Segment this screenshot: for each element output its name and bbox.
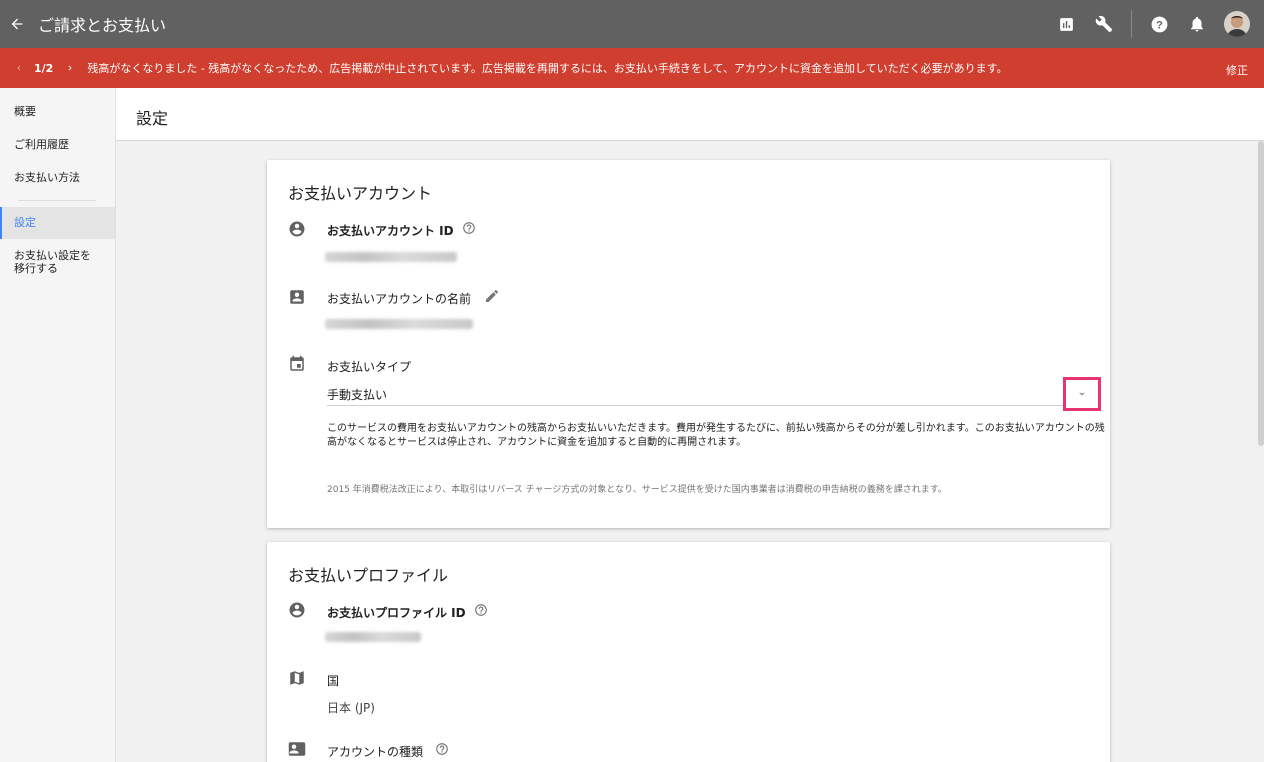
payment-account-card: お支払いアカウント お支払いアカウント ID お支払いアカウントの名前 お支払い… bbox=[267, 160, 1110, 528]
help-outline-icon[interactable] bbox=[462, 221, 476, 235]
notifications-button[interactable] bbox=[1178, 0, 1216, 48]
account-circle-icon bbox=[289, 221, 305, 237]
account-type-label: アカウントの種類 bbox=[327, 745, 424, 759]
app-bar: ご請求とお支払い ? bbox=[0, 0, 1264, 48]
notifications-icon bbox=[1191, 16, 1203, 32]
profile-id-value-redacted bbox=[325, 632, 421, 642]
svg-text:?: ? bbox=[1156, 19, 1163, 31]
contact-card-icon bbox=[288, 742, 306, 756]
account-name-value-redacted bbox=[325, 319, 473, 329]
account-id-label: お支払いアカウント ID bbox=[327, 224, 454, 238]
payment-type-description: このサービスの費用をお支払いアカウントの残高からお支払いいただきます。費用が発生… bbox=[327, 423, 1105, 448]
next-alert-button[interactable] bbox=[63, 63, 77, 73]
app-title: ご請求とお支払い bbox=[38, 16, 167, 35]
payment-profile-card: お支払いプロファイル お支払いプロファイル ID 国 日本 (JP) アカウント… bbox=[267, 542, 1110, 762]
chevron-left-icon bbox=[17, 65, 21, 71]
payment-type-select-underline bbox=[327, 405, 1100, 406]
sidebar-item-transactions[interactable]: ご利用履歴 bbox=[0, 138, 83, 151]
sidebar-item-settings[interactable]: 設定 bbox=[0, 207, 115, 239]
alert-message: 残高がなくなりました - 残高がなくなったため、広告掲載が中止されています。広告… bbox=[87, 62, 1008, 75]
sidebar-item-payment-methods[interactable]: お支払い方法 bbox=[0, 171, 94, 184]
account-circle-icon bbox=[289, 602, 305, 618]
page-scrollbar[interactable] bbox=[1258, 141, 1264, 446]
arrow-back-icon bbox=[11, 18, 23, 30]
payment-profile-title: お支払いプロファイル bbox=[288, 566, 449, 585]
previous-alert-button[interactable] bbox=[12, 63, 26, 73]
sidebar-item-transfer-settings[interactable]: お支払い設定を移行する bbox=[0, 249, 112, 275]
account-id-value-redacted bbox=[325, 252, 457, 262]
edit-pencil-icon[interactable] bbox=[484, 288, 500, 304]
tools-icon bbox=[1095, 15, 1113, 33]
tools-button[interactable] bbox=[1085, 0, 1123, 48]
chevron-right-icon bbox=[68, 65, 72, 71]
help-outline-icon[interactable] bbox=[435, 742, 449, 756]
payment-type-label: お支払いタイプ bbox=[327, 360, 412, 374]
account-name-label: お支払いアカウントの名前 bbox=[327, 292, 472, 306]
arrow-drop-down-icon bbox=[1079, 392, 1085, 396]
tax-note: 2015 年消費税法改正により、本取引はリバース チャージ方式の対象となり、サー… bbox=[327, 485, 947, 495]
avatar-photo bbox=[1224, 11, 1250, 37]
country-value: 日本 (JP) bbox=[327, 701, 375, 715]
calendar-icon bbox=[290, 355, 304, 371]
help-icon: ? bbox=[1151, 16, 1167, 32]
account-box-icon bbox=[290, 290, 304, 304]
payment-type-select-value[interactable]: 手動支払い bbox=[327, 386, 387, 403]
reports-icon bbox=[1059, 17, 1073, 31]
back-button[interactable] bbox=[0, 0, 34, 48]
sidebar-item-overview[interactable]: 概要 bbox=[0, 105, 50, 118]
alert-pager-count: 1/2 bbox=[34, 61, 54, 75]
payment-account-title: お支払いアカウント bbox=[288, 184, 433, 203]
page-title: 設定 bbox=[136, 109, 169, 128]
sidebar-nav: 概要 ご利用履歴 お支払い方法 設定 お支払い設定を移行する bbox=[0, 88, 116, 762]
help-button[interactable]: ? bbox=[1140, 0, 1178, 48]
map-icon bbox=[290, 671, 304, 685]
user-avatar[interactable] bbox=[1224, 11, 1250, 37]
top-divider bbox=[1131, 10, 1132, 38]
reports-button[interactable] bbox=[1047, 0, 1085, 48]
page-header: 設定 bbox=[116, 88, 1264, 141]
fix-link[interactable]: 修正 bbox=[1226, 62, 1248, 78]
help-outline-icon[interactable] bbox=[474, 603, 488, 617]
payment-type-dropdown-button[interactable] bbox=[1063, 377, 1101, 411]
alert-banner: 1/2 残高がなくなりました - 残高がなくなったため、広告掲載が中止されていま… bbox=[0, 48, 1264, 88]
sidebar-divider bbox=[18, 200, 96, 201]
profile-id-label: お支払いプロファイル ID bbox=[327, 606, 466, 620]
country-label: 国 bbox=[327, 674, 340, 688]
